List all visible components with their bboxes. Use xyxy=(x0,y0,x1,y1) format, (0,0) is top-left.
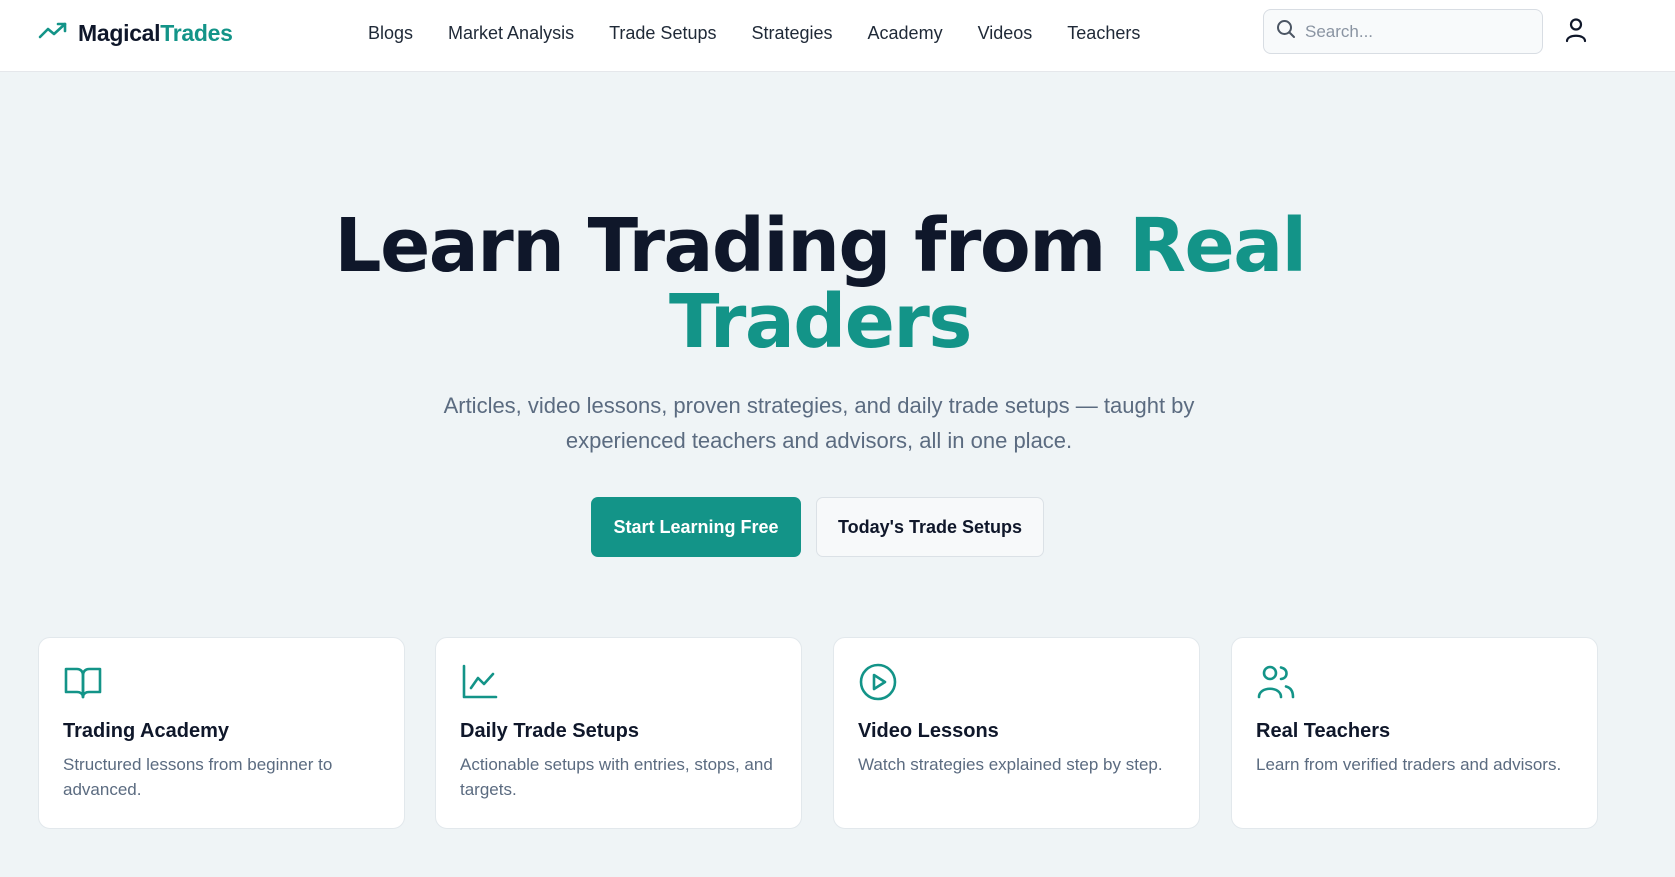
card-description: Structured lessons from beginner to adva… xyxy=(63,755,333,799)
feature-card-video-lessons[interactable]: Video Lessons Watch strategies explained… xyxy=(833,637,1200,829)
brand-name: MagicalTrades xyxy=(78,20,233,47)
search-box[interactable] xyxy=(1263,9,1543,54)
trending-up-icon xyxy=(38,20,68,47)
card-title: Real Teachers xyxy=(1256,720,1391,742)
line-chart-icon xyxy=(460,662,500,702)
hero-subtitle: Articles, video lessons, proven strategi… xyxy=(443,393,1195,453)
card-title: Trading Academy xyxy=(63,720,229,742)
start-learning-button[interactable]: Start Learning Free xyxy=(591,497,801,557)
card-title: Daily Trade Setups xyxy=(460,720,639,742)
hero-title-dark: Learn Trading from xyxy=(334,203,1130,289)
feature-card-trading-academy[interactable]: Trading Academy Structured lessons from … xyxy=(38,637,405,829)
brand-name-part2: Trades xyxy=(160,19,233,46)
hero-title-teal-2: Traders xyxy=(669,279,972,365)
nav-item-trade-setups[interactable]: Trade Setups xyxy=(609,20,716,46)
feature-card-daily-trade-setups[interactable]: Daily Trade Setups Actionable setups wit… xyxy=(435,637,802,829)
card-description: Learn from verified traders and advisors… xyxy=(1256,755,1562,774)
nav-item-teachers[interactable]: Teachers xyxy=(1067,20,1140,46)
main-nav: Blogs Market Analysis Trade Setups Strat… xyxy=(368,20,1175,46)
nav-item-academy[interactable]: Academy xyxy=(868,20,943,46)
nav-item-strategies[interactable]: Strategies xyxy=(751,20,832,46)
feature-cards: Trading Academy Structured lessons from … xyxy=(38,637,1598,829)
top-header: MagicalTrades Blogs Market Analysis Trad… xyxy=(0,0,1675,72)
todays-trade-setups-button[interactable]: Today's Trade Setups xyxy=(816,497,1044,557)
search-input[interactable] xyxy=(1305,21,1525,42)
book-open-icon xyxy=(63,662,103,702)
hero-title-teal-1: Real xyxy=(1129,203,1307,289)
feature-card-real-teachers[interactable]: Real Teachers Learn from verified trader… xyxy=(1231,637,1598,829)
card-description: Actionable setups with entries, stops, a… xyxy=(460,755,773,799)
users-icon xyxy=(1256,662,1296,702)
user-account-button[interactable] xyxy=(1560,16,1592,48)
brand-logo[interactable]: MagicalTrades xyxy=(38,18,233,48)
card-title: Video Lessons xyxy=(858,720,999,742)
card-description: Watch strategies explained step by step. xyxy=(858,755,1163,774)
nav-item-market-analysis[interactable]: Market Analysis xyxy=(448,20,574,46)
search-icon xyxy=(1276,19,1296,44)
user-icon xyxy=(1564,17,1588,48)
play-circle-icon xyxy=(858,662,898,702)
nav-item-videos[interactable]: Videos xyxy=(978,20,1033,46)
nav-item-blogs[interactable]: Blogs xyxy=(368,20,413,46)
brand-name-part1: Magical xyxy=(78,19,161,46)
hero-title: Learn Trading from Real Traders xyxy=(0,208,1640,360)
